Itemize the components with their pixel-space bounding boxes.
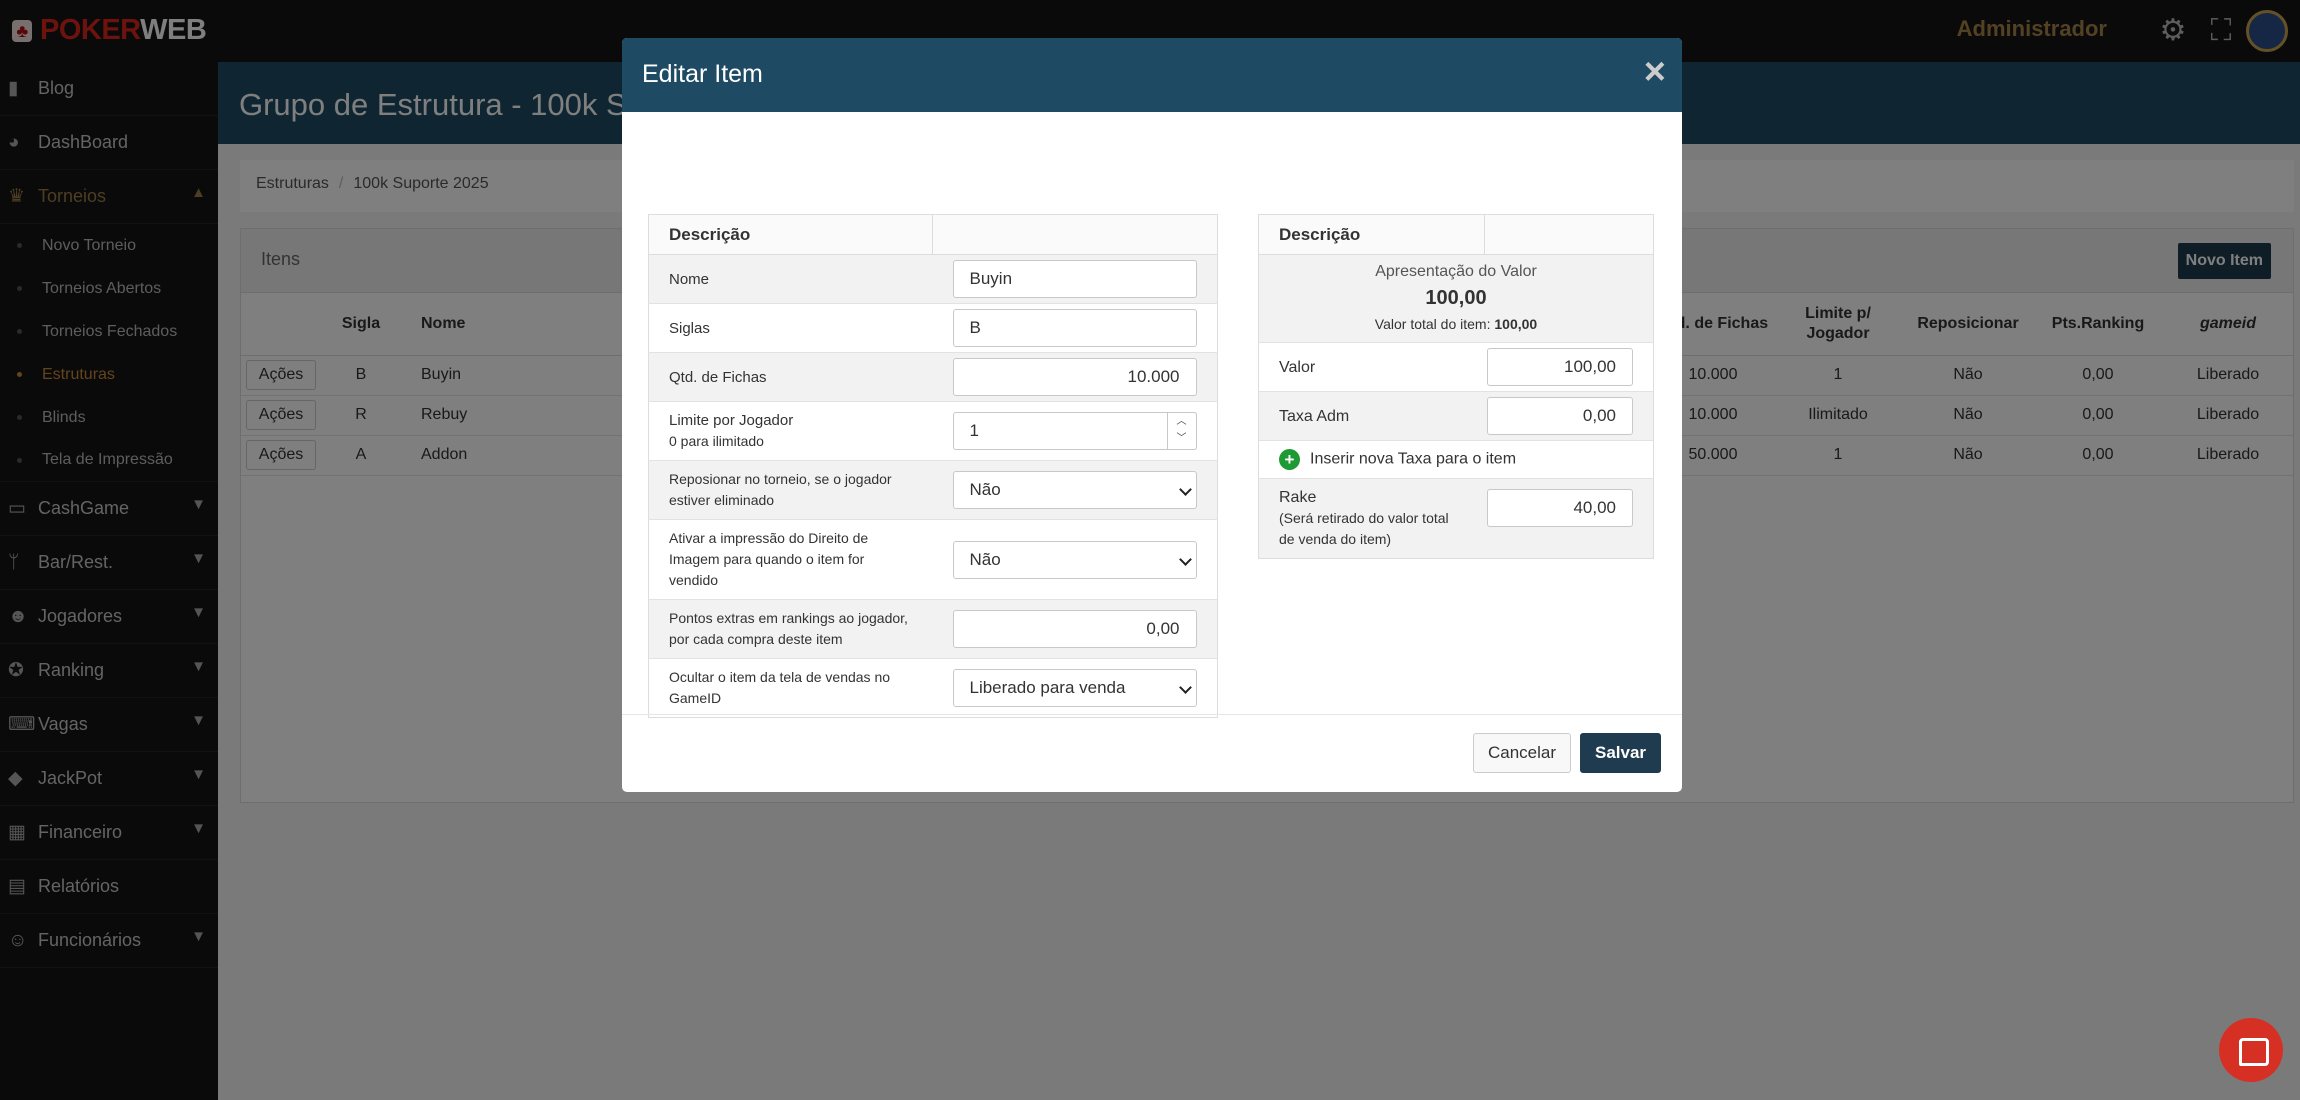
form-header-descricao: Descrição xyxy=(648,214,933,255)
total-label: Valor total do item: xyxy=(1374,316,1491,332)
valor-input[interactable]: 100,00 xyxy=(1487,348,1633,386)
nome-input[interactable]: Buyin xyxy=(952,260,1197,298)
ocultar-select[interactable]: Liberado para venda xyxy=(952,669,1197,707)
siglas-input[interactable]: B xyxy=(952,309,1197,347)
edit-item-modal: Editar Item × Descrição Nome Buyin Sigla… xyxy=(622,38,1682,792)
reposicionar-select[interactable]: Não xyxy=(952,471,1197,509)
form-header-blank xyxy=(932,214,1218,255)
ocultar-label: Ocultar o item da tela de vendas no Game… xyxy=(648,658,933,718)
value-table: Descrição Apresentação do Valor 100,00 V… xyxy=(1258,214,1654,559)
insert-tax-label: Inserir nova Taxa para o item xyxy=(1310,450,1517,468)
item-form-table: Descrição Nome Buyin Siglas B Qtd. de Fi… xyxy=(648,214,1218,718)
rake-label: Rake xyxy=(1279,489,1317,506)
stepper-arrows-icon[interactable]: ︿ ﹀ xyxy=(1166,412,1197,450)
value-header-descricao: Descrição xyxy=(1258,214,1485,255)
modal-header: Editar Item × xyxy=(622,38,1682,112)
fichas-label: Qtd. de Fichas xyxy=(648,352,933,402)
cancel-button[interactable]: Cancelar xyxy=(1473,733,1572,773)
rake-input[interactable]: 40,00 xyxy=(1487,489,1633,527)
fichas-input[interactable]: 10.000 xyxy=(952,358,1197,396)
taxa-adm-label: Taxa Adm xyxy=(1258,391,1485,441)
direito-imagem-label: Ativar a impressão do Direito de Imagem … xyxy=(648,519,933,600)
direito-imagem-select[interactable]: Não xyxy=(952,540,1197,579)
pontos-extras-label: Pontos extras em rankings ao jogador, po… xyxy=(648,599,933,659)
presentation-title: Apresentação do Valor xyxy=(1375,263,1537,280)
plus-circle-icon: + xyxy=(1279,449,1300,470)
taxa-adm-input[interactable]: 0,00 xyxy=(1487,397,1633,435)
modal-body: Descrição Nome Buyin Siglas B Qtd. de Fi… xyxy=(622,112,1682,718)
pontos-extras-input[interactable]: 0,00 xyxy=(952,610,1197,648)
limite-value: 1 xyxy=(969,421,979,440)
total-value: 100,00 xyxy=(1494,316,1538,332)
modal-footer: Cancelar Salvar xyxy=(622,714,1682,792)
limite-sublabel: 0 para ilimitado xyxy=(669,433,764,449)
rake-note: (Será retirado do valor total de venda d… xyxy=(1279,510,1449,547)
save-button[interactable]: Salvar xyxy=(1580,733,1662,773)
nome-label: Nome xyxy=(648,254,933,304)
reposicionar-label: Reposionar no torneio, se o jogador esti… xyxy=(648,460,933,520)
valor-label: Valor xyxy=(1258,342,1485,392)
insert-tax-link[interactable]: + Inserir nova Taxa para o item xyxy=(1258,440,1654,479)
value-presentation: Apresentação do Valor 100,00 Valor total… xyxy=(1258,254,1654,343)
modal-title: Editar Item xyxy=(642,60,763,88)
value-header-blank xyxy=(1484,214,1654,255)
presentation-value: 100,00 xyxy=(1425,287,1487,309)
limite-stepper[interactable]: 1 ︿ ﹀ xyxy=(952,412,1197,450)
limite-label: Limite por Jogador xyxy=(669,412,794,429)
siglas-label: Siglas xyxy=(648,303,933,353)
chat-bubble-icon[interactable] xyxy=(2219,1018,2283,1082)
close-icon[interactable]: × xyxy=(1644,50,1666,94)
